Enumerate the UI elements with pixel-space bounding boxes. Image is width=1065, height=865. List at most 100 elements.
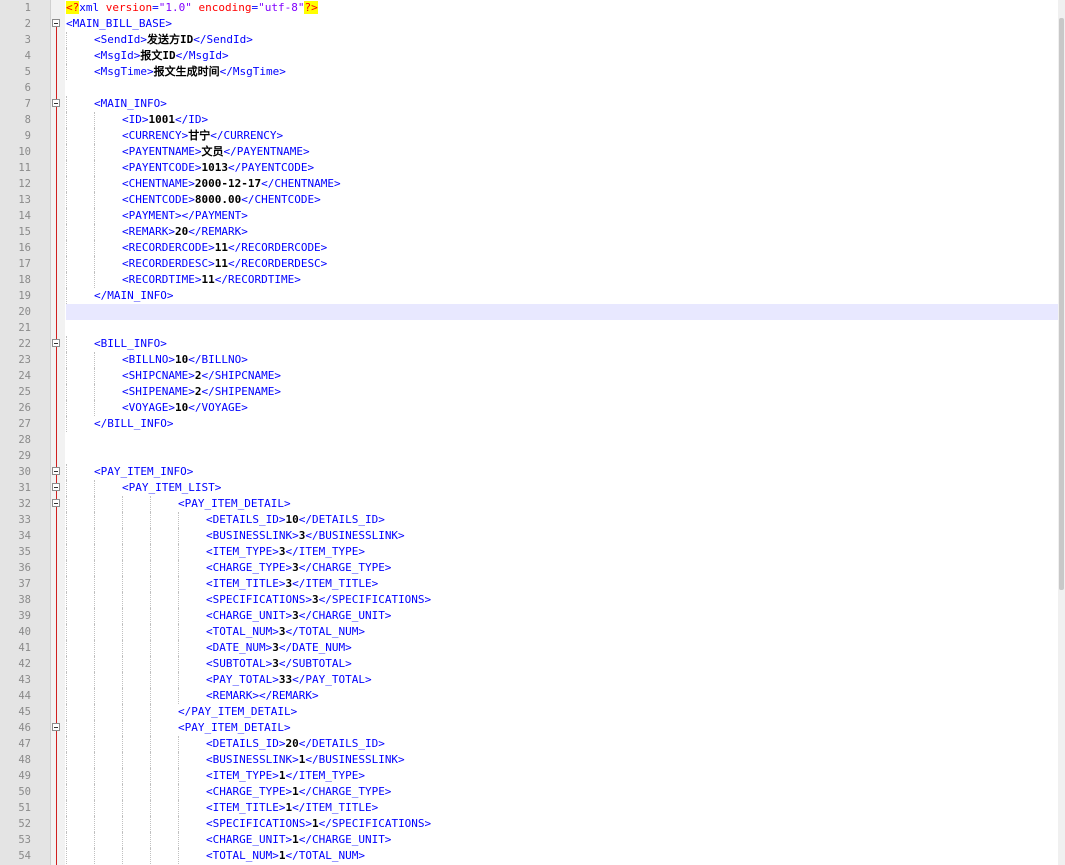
code-line[interactable]: 38 <SPECIFICATIONS>3</SPECIFICATIONS> bbox=[0, 592, 1058, 608]
code-line[interactable]: 47 <DETAILS_ID>20</DETAILS_ID> bbox=[0, 736, 1058, 752]
attribute-value: "1.0" bbox=[158, 1, 192, 14]
xml-tag: </SHIPENAME> bbox=[201, 385, 281, 398]
code-line[interactable]: 20 bbox=[0, 304, 1058, 320]
indent-guide bbox=[94, 832, 95, 848]
line-number: 5 bbox=[24, 66, 31, 78]
code-line[interactable]: 35 <ITEM_TYPE>3</ITEM_TYPE> bbox=[0, 544, 1058, 560]
code-text: <ITEM_TITLE>3</ITEM_TITLE> bbox=[206, 576, 378, 592]
code-line[interactable]: 37 <ITEM_TITLE>3</ITEM_TITLE> bbox=[0, 576, 1058, 592]
xml-tag: </CHARGE_TYPE> bbox=[298, 785, 392, 798]
code-text: <PAYENTNAME>文员</PAYENTNAME> bbox=[122, 144, 310, 160]
indent-guide bbox=[66, 720, 67, 736]
code-line[interactable]: 17 <RECORDERDESC>11</RECORDERDESC> bbox=[0, 256, 1058, 272]
code-line[interactable]: 12 <CHENTNAME>2000-12-17</CHENTNAME> bbox=[0, 176, 1058, 192]
code-line[interactable]: 16 <RECORDERCODE>11</RECORDERCODE> bbox=[0, 240, 1058, 256]
code-line[interactable]: 22 <BILL_INFO> bbox=[0, 336, 1058, 352]
code-line[interactable]: 2 <MAIN_BILL_BASE> bbox=[0, 16, 1058, 32]
code-line[interactable]: 4 <MsgId>报文ID</MsgId> bbox=[0, 48, 1058, 64]
indent-guide bbox=[66, 256, 67, 272]
code-line[interactable]: 30 <PAY_ITEM_INFO> bbox=[0, 464, 1058, 480]
code-line[interactable]: 53 <CHARGE_UNIT>1</CHARGE_UNIT> bbox=[0, 832, 1058, 848]
code-line[interactable]: 9 <CURRENCY>甘宁</CURRENCY> bbox=[0, 128, 1058, 144]
code-line[interactable]: 23 <BILLNO>10</BILLNO> bbox=[0, 352, 1058, 368]
xml-tag: </SendId> bbox=[193, 33, 253, 46]
code-line[interactable]: 25 <SHIPENAME>2</SHIPENAME> bbox=[0, 384, 1058, 400]
code-lines[interactable]: 1 <?xml version="1.0" encoding="utf-8"?> 2… bbox=[0, 0, 1058, 864]
code-line[interactable]: 45 </PAY_ITEM_DETAIL> bbox=[0, 704, 1058, 720]
xml-editor[interactable]: 1 <?xml version="1.0" encoding="utf-8"?> 2… bbox=[0, 0, 1065, 865]
code-line[interactable]: 44 <REMARK></REMARK> bbox=[0, 688, 1058, 704]
code-line[interactable]: 31 <PAY_ITEM_LIST> bbox=[0, 480, 1058, 496]
xml-tag: <SHIPENAME> bbox=[122, 385, 195, 398]
code-text: <CHARGE_UNIT>3</CHARGE_UNIT> bbox=[206, 608, 391, 624]
code-line[interactable]: 7 <MAIN_INFO> bbox=[0, 96, 1058, 112]
code-line[interactable]: 14 <PAYMENT></PAYMENT> bbox=[0, 208, 1058, 224]
code-line[interactable]: 19 </MAIN_INFO> bbox=[0, 288, 1058, 304]
indent-guide bbox=[66, 512, 67, 528]
code-text: <PAY_ITEM_LIST> bbox=[122, 480, 221, 496]
fold-toggle-icon[interactable] bbox=[52, 467, 60, 475]
fold-toggle-icon[interactable] bbox=[52, 339, 60, 347]
code-line[interactable]: 1 <?xml version="1.0" encoding="utf-8"?> bbox=[0, 0, 1058, 16]
fold-toggle-icon[interactable] bbox=[52, 483, 60, 491]
indent-guide bbox=[150, 496, 151, 512]
indent-guide bbox=[94, 368, 95, 384]
indent-guide bbox=[66, 240, 67, 256]
code-line[interactable]: 26 <VOYAGE>10</VOYAGE> bbox=[0, 400, 1058, 416]
code-line[interactable]: 8 <ID>1001</ID> bbox=[0, 112, 1058, 128]
code-line[interactable]: 52 <SPECIFICATIONS>1</SPECIFICATIONS> bbox=[0, 816, 1058, 832]
element-value: 甘宁 bbox=[188, 129, 211, 142]
indent-guide bbox=[150, 800, 151, 816]
code-line[interactable]: 39 <CHARGE_UNIT>3</CHARGE_UNIT> bbox=[0, 608, 1058, 624]
code-line[interactable]: 28 bbox=[0, 432, 1058, 448]
fold-toggle-icon[interactable] bbox=[52, 723, 60, 731]
code-line[interactable]: 41 <DATE_NUM>3</DATE_NUM> bbox=[0, 640, 1058, 656]
code-line[interactable]: 24 <SHIPCNAME>2</SHIPCNAME> bbox=[0, 368, 1058, 384]
fold-toggle-icon[interactable] bbox=[52, 19, 60, 27]
line-number: 54 bbox=[18, 850, 31, 862]
code-line[interactable]: 6 bbox=[0, 80, 1058, 96]
code-line[interactable]: 34 <BUSINESSLINK>3</BUSINESSLINK> bbox=[0, 528, 1058, 544]
xml-tag: <MAIN_INFO> bbox=[94, 97, 167, 110]
code-line[interactable]: 11 <PAYENTCODE>1013</PAYENTCODE> bbox=[0, 160, 1058, 176]
xml-tag: </MAIN_INFO> bbox=[94, 289, 174, 302]
code-text: <PAY_TOTAL>33</PAY_TOTAL> bbox=[206, 672, 372, 688]
code-line[interactable]: 5 <MsgTime>报文生成时间</MsgTime> bbox=[0, 64, 1058, 80]
code-line[interactable]: 3 <SendId>发送方ID</SendId> bbox=[0, 32, 1058, 48]
fold-toggle-icon[interactable] bbox=[52, 99, 60, 107]
scrollbar-thumb[interactable] bbox=[1059, 18, 1064, 590]
indent-guide bbox=[94, 400, 95, 416]
code-line[interactable]: 10 <PAYENTNAME>文员</PAYENTNAME> bbox=[0, 144, 1058, 160]
element-value: 10 bbox=[174, 353, 189, 366]
code-line[interactable]: 50 <CHARGE_TYPE>1</CHARGE_TYPE> bbox=[0, 784, 1058, 800]
element-value: 1 bbox=[311, 817, 319, 830]
code-line[interactable]: 15 <REMARK>20</REMARK> bbox=[0, 224, 1058, 240]
code-line[interactable]: 21 bbox=[0, 320, 1058, 336]
line-number: 10 bbox=[18, 146, 31, 158]
xml-tag: <PAY_TOTAL> bbox=[206, 673, 279, 686]
code-line[interactable]: 42 <SUBTOTAL>3</SUBTOTAL> bbox=[0, 656, 1058, 672]
code-line[interactable]: 36 <CHARGE_TYPE>3</CHARGE_TYPE> bbox=[0, 560, 1058, 576]
code-line[interactable]: 46 <PAY_ITEM_DETAIL> bbox=[0, 720, 1058, 736]
code-line[interactable]: 33 <DETAILS_ID>10</DETAILS_ID> bbox=[0, 512, 1058, 528]
xml-tag: <VOYAGE> bbox=[122, 401, 175, 414]
code-line[interactable]: 27 </BILL_INFO> bbox=[0, 416, 1058, 432]
code-line[interactable]: 40 <TOTAL_NUM>3</TOTAL_NUM> bbox=[0, 624, 1058, 640]
indent-guide bbox=[150, 784, 151, 800]
vertical-scrollbar[interactable] bbox=[1058, 0, 1065, 865]
code-line[interactable]: 29 bbox=[0, 448, 1058, 464]
code-line[interactable]: 43 <PAY_TOTAL>33</PAY_TOTAL> bbox=[0, 672, 1058, 688]
code-text: <SPECIFICATIONS>1</SPECIFICATIONS> bbox=[206, 816, 431, 832]
indent-guide bbox=[94, 768, 95, 784]
code-line[interactable]: 13 <CHENTCODE>8000.00</CHENTCODE> bbox=[0, 192, 1058, 208]
fold-toggle-icon[interactable] bbox=[52, 499, 60, 507]
indent-guide bbox=[66, 736, 67, 752]
code-line[interactable]: 18 <RECORDTIME>11</RECORDTIME> bbox=[0, 272, 1058, 288]
code-line[interactable]: 32 <PAY_ITEM_DETAIL> bbox=[0, 496, 1058, 512]
indent-guide bbox=[94, 624, 95, 640]
xml-tag: <CHARGE_UNIT> bbox=[206, 609, 293, 622]
code-line[interactable]: 49 <ITEM_TYPE>1</ITEM_TYPE> bbox=[0, 768, 1058, 784]
code-line[interactable]: 48 <BUSINESSLINK>1</BUSINESSLINK> bbox=[0, 752, 1058, 768]
code-line[interactable]: 51 <ITEM_TITLE>1</ITEM_TITLE> bbox=[0, 800, 1058, 816]
code-line[interactable]: 54 <TOTAL_NUM>1</TOTAL_NUM> bbox=[0, 848, 1058, 864]
